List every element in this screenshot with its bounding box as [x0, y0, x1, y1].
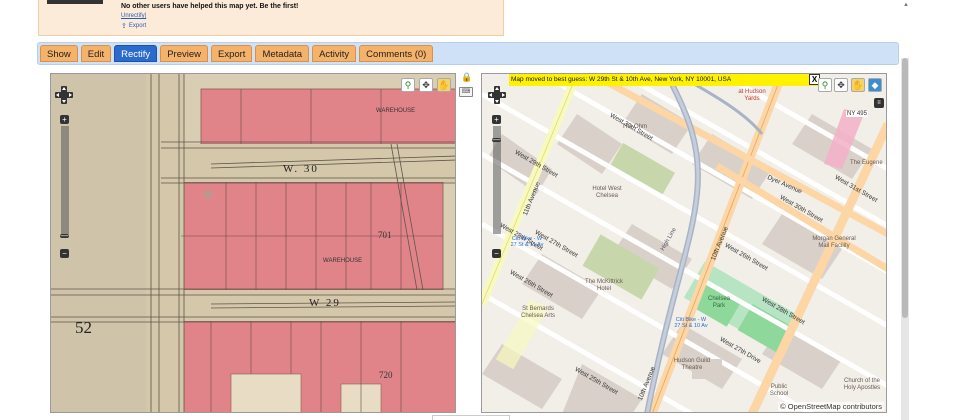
tab-comments[interactable]: Comments (0)	[359, 45, 434, 62]
move-point-icon[interactable]: ✥	[419, 78, 433, 92]
place-morgan-mail-facility: Morgan General Mail Facility	[812, 236, 856, 249]
export-link-label: Export	[128, 23, 147, 29]
scroll-up-icon[interactable]: ▲	[903, 2, 909, 8]
map-attribution: © OpenStreetMap contributors	[778, 402, 884, 411]
zoom-out-button[interactable]: −	[60, 249, 69, 258]
keyboard-icon[interactable]: ⌨	[459, 87, 473, 97]
lot-number-701: 701	[378, 230, 392, 240]
info-message: No other users have helped this map yet.…	[121, 3, 299, 10]
tab-bar: Show Edit Rectify Preview Export Metadat…	[37, 42, 899, 65]
bottom-control-stub	[432, 415, 510, 420]
export-icon: ⇪	[121, 23, 127, 30]
warehouse-label-2: WAREHOUSE	[323, 258, 363, 264]
add-point-icon-right[interactable]: ⚲	[818, 78, 832, 92]
place-public-school: Public School	[769, 384, 789, 397]
unrectify-link[interactable]: Unrectify|	[121, 13, 146, 19]
place-citibike-10av: Citi Bike - W 27 St & 10 Av	[674, 317, 708, 329]
historic-map-panel[interactable]: W. 30 W 29 52 WAREHOUSE WAREHOUSE 701 72…	[50, 73, 456, 413]
zoom-slider-track[interactable]	[61, 126, 69, 234]
pan-hand-icon-right[interactable]: ✋	[851, 78, 865, 92]
place-hudson-guild-theatre: Hudson Guild Theatre	[673, 358, 711, 371]
place-citibike-11av: Citi Bike - W 27 St & 11 Av	[510, 236, 544, 248]
place-mckittrick-hotel: The McKittrick Hotel	[584, 279, 623, 292]
tab-export[interactable]: Export	[210, 45, 253, 62]
place-the-eugene: The Eugene	[850, 160, 883, 166]
tab-show[interactable]: Show	[40, 45, 78, 62]
page-scrollbar[interactable]	[901, 58, 909, 420]
zoom-in-button[interactable]: +	[60, 115, 69, 124]
lock-icon[interactable]: 🔒	[461, 72, 472, 83]
add-point-icon[interactable]: ⚲	[401, 78, 415, 92]
pan-hand-icon[interactable]: ✋	[437, 78, 451, 92]
place-hotel-west-chelsea: Hotel West Chelsea	[592, 186, 622, 199]
best-guess-message: Map moved to best guess: W 29th St & 10t…	[509, 74, 819, 86]
tab-edit[interactable]: Edit	[80, 45, 112, 62]
info-box: No other users have helped this map yet.…	[38, 0, 504, 36]
place-church-holy-apostles: Church of the Holy Apostles	[843, 378, 881, 391]
zoom-slider-handle[interactable]: —	[60, 232, 69, 240]
pan-control-icon[interactable]	[55, 86, 73, 104]
place-chelsea-park: Chelsea Park	[707, 296, 730, 309]
shield-ny495: NY 495	[846, 111, 868, 117]
tabs: Show Edit Rectify Preview Export Metadat…	[40, 45, 434, 62]
lot-number-720: 720	[379, 370, 393, 380]
sheet-number: 52	[75, 318, 92, 337]
export-link[interactable]: ⇪ Export	[121, 22, 146, 30]
page-scrollbar-thumb[interactable]	[902, 58, 908, 318]
zoom-slider-handle-right[interactable]: —	[492, 136, 501, 144]
move-point-icon-right[interactable]: ✥	[834, 78, 848, 92]
place-st-bernards: St Bernards Chelsea Arts	[520, 306, 556, 319]
warehouse-label: WAREHOUSE	[376, 108, 416, 114]
place-hudson-yards: at Hudson Yards	[738, 89, 766, 102]
street-label-w30: W. 30	[283, 163, 319, 175]
map-thumbnail-bar	[47, 0, 103, 4]
pan-control-icon-right[interactable]	[488, 86, 506, 104]
tab-preview[interactable]: Preview	[160, 45, 208, 62]
tab-activity[interactable]: Activity	[312, 45, 357, 62]
zoom-in-button-right[interactable]: +	[492, 115, 501, 124]
street-label-w29: W 29	[309, 297, 341, 309]
tab-rectify[interactable]: Rectify	[114, 45, 158, 62]
tab-metadata[interactable]: Metadata	[255, 45, 310, 62]
place-the-ohm: The Ohm	[622, 124, 648, 130]
layer-switcher-icon[interactable]: ≡	[874, 98, 884, 108]
reference-map-panel[interactable]: West 30th Street West 29th Street West 2…	[481, 73, 887, 413]
zoom-out-button-right[interactable]: −	[492, 249, 501, 258]
layers-icon[interactable]: ◆	[868, 78, 882, 92]
historic-map-canvas[interactable]	[51, 74, 456, 413]
